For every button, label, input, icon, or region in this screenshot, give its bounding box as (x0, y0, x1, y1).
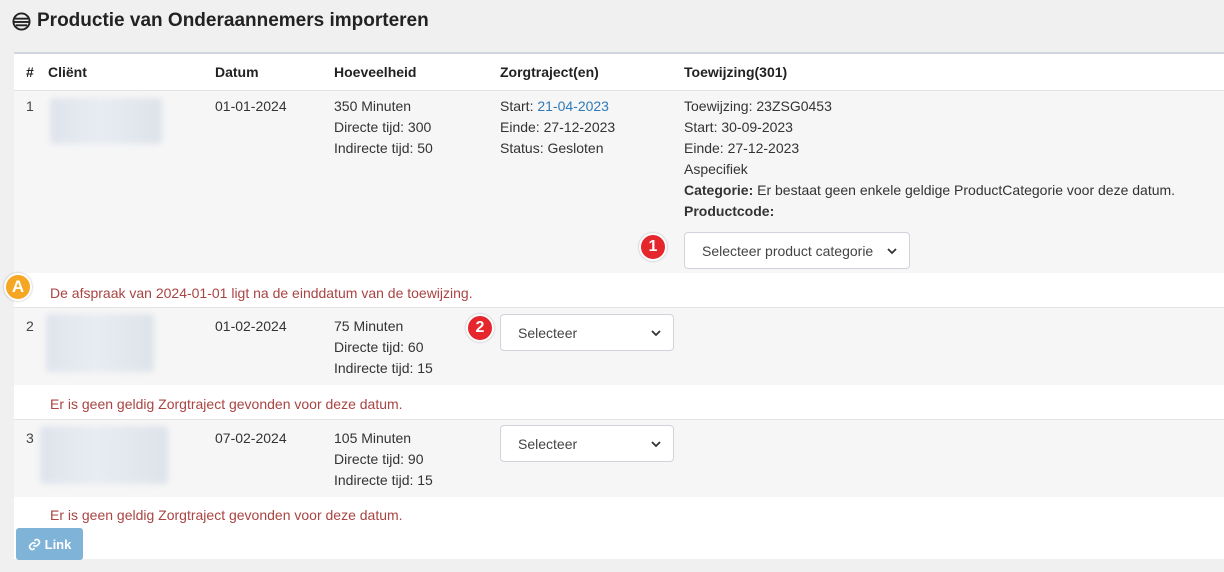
product-category-select[interactable]: Selecteer product categorie (684, 232, 910, 269)
client-name-redacted (46, 314, 154, 372)
header-index: # (26, 64, 34, 80)
hoeveelheid-total: 105 Minuten (334, 430, 412, 446)
error-message: De afspraak van 2024-01-01 ligt na de ei… (50, 285, 473, 301)
header-hoeveelheid: Hoeveelheid (334, 64, 417, 80)
zorgtraject-start-label: Start: (500, 98, 538, 114)
row-toewijzing: Toewijzing: 23ZSG0453 Start: 30-09-2023 … (684, 96, 1214, 222)
chevron-down-icon (651, 441, 661, 448)
header-zorgtraject: Zorgtraject(en) (500, 64, 599, 80)
annotation-badge-a: A (4, 273, 32, 301)
row-index: 3 (26, 430, 34, 446)
row-datum: 01-01-2024 (215, 98, 287, 114)
annotation-badge-2: 2 (466, 314, 494, 342)
hoeveelheid-indirecte: Indirecte tijd: 15 (334, 360, 433, 376)
chevron-down-icon (651, 330, 661, 337)
toewijzing-start: Start: 30-09-2023 (684, 119, 793, 135)
zorgtraject-status: Status: Gesloten (500, 140, 604, 156)
zorgtraject-einde: Einde: 27-12-2023 (500, 119, 616, 135)
error-message: Er is geen geldig Zorgtraject gevonden v… (50, 507, 403, 523)
row-zorgtraject: Start: 21-04-2023 Einde: 27-12-2023 Stat… (500, 96, 615, 159)
row-hoeveelheid: 105 Minuten Directe tijd: 90 Indirecte t… (334, 428, 433, 491)
hoeveelheid-indirecte: Indirecte tijd: 50 (334, 140, 433, 156)
link-button[interactable]: Link (16, 528, 83, 560)
header-client: Cliënt (48, 64, 87, 80)
zorgtraject-select[interactable]: Selecteer (500, 425, 674, 462)
import-table: # Cliënt Datum Hoeveelheid Zorgtraject(e… (14, 52, 1224, 559)
link-icon (28, 538, 40, 550)
zorgtraject-start-link[interactable]: 21-04-2023 (537, 98, 609, 114)
header-datum: Datum (215, 64, 259, 80)
page-header: Productie van Onderaannemers importeren (12, 10, 429, 32)
row-index: 1 (26, 98, 34, 114)
toewijzing-code: Toewijzing: 23ZSG0453 (684, 98, 832, 114)
productcode-label: Productcode: (684, 203, 775, 219)
table-header: # Cliënt Datum Hoeveelheid Zorgtraject(e… (14, 54, 1224, 90)
row-index: 2 (26, 318, 34, 334)
annotation-badge-1: 1 (639, 233, 667, 261)
error-message: Er is geen geldig Zorgtraject gevonden v… (50, 396, 403, 412)
client-name-redacted (50, 98, 162, 144)
hoeveelheid-total: 350 Minuten (334, 98, 412, 114)
row-hoeveelheid: 75 Minuten Directe tijd: 60 Indirecte ti… (334, 316, 433, 379)
row-hoeveelheid: 350 Minuten Directe tijd: 300 Indirecte … (334, 96, 433, 159)
hoeveelheid-directe: Directe tijd: 300 (334, 119, 432, 135)
zorgtraject-select[interactable]: Selecteer (500, 314, 674, 351)
toewijzing-type: Aspecifiek (684, 161, 748, 177)
zorgtraject-select-value: Selecteer (518, 324, 578, 341)
header-toewijzing: Toewijzing(301) (684, 64, 788, 80)
hoeveelheid-directe: Directe tijd: 60 (334, 339, 424, 355)
link-button-label: Link (44, 536, 72, 552)
hoeveelheid-indirecte: Indirecte tijd: 15 (334, 472, 433, 488)
zorgtraject-select-value: Selecteer (518, 435, 578, 452)
categorie-text: Er bestaat geen enkele geldige ProductCa… (753, 182, 1176, 198)
product-category-select-value: Selecteer product categorie (702, 242, 874, 259)
categorie-label: Categorie: (684, 182, 754, 198)
toewijzing-einde: Einde: 27-12-2023 (684, 140, 800, 156)
list-circle-icon (12, 11, 31, 31)
chevron-down-icon (887, 248, 897, 255)
toewijzing-categorie: Categorie: Er bestaat geen enkele geldig… (684, 180, 1214, 201)
row-datum: 07-02-2024 (215, 430, 287, 446)
hoeveelheid-directe: Directe tijd: 90 (334, 451, 424, 467)
hoeveelheid-total: 75 Minuten (334, 318, 404, 334)
client-name-redacted (40, 426, 168, 484)
page-title: Productie van Onderaannemers importeren (37, 10, 429, 31)
row-datum: 01-02-2024 (215, 318, 287, 334)
